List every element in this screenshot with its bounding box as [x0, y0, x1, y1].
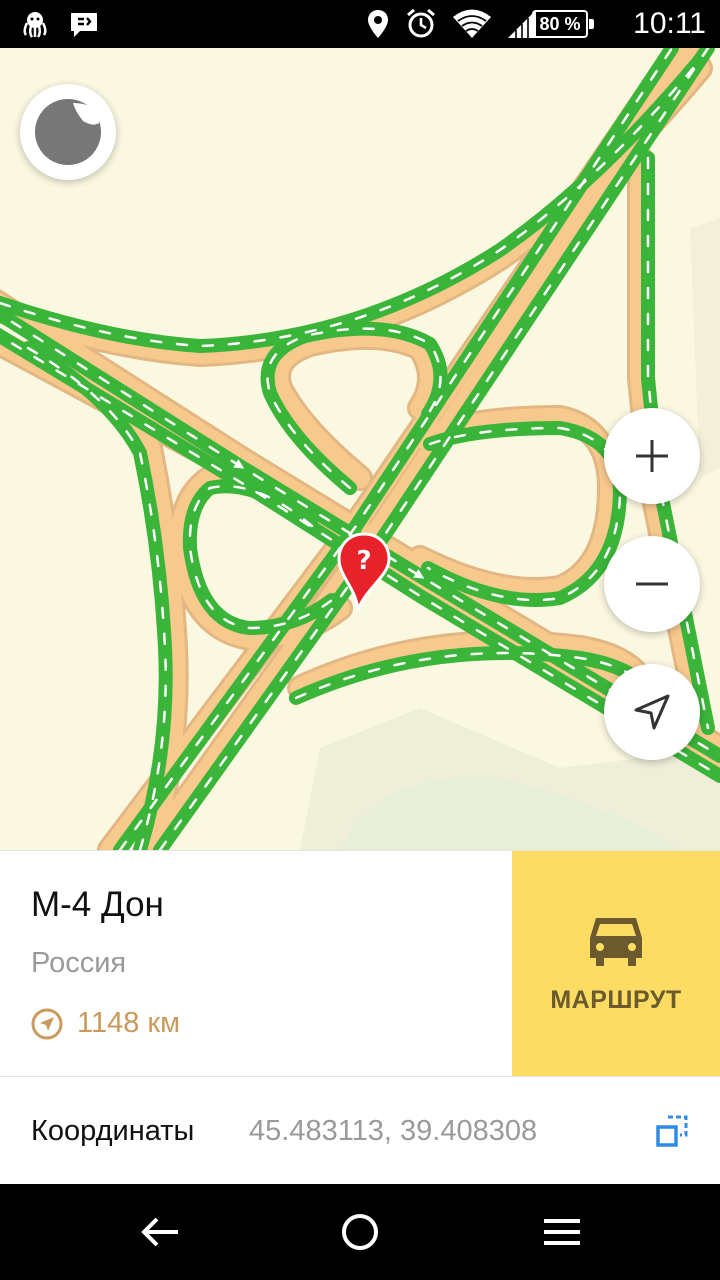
back-arrow-icon — [141, 1217, 178, 1247]
minus-icon — [636, 582, 668, 586]
coordinates-label: Координаты — [31, 1115, 195, 1147]
avatar-icon — [35, 99, 101, 165]
back-button[interactable] — [130, 1202, 190, 1262]
menu-button[interactable] — [532, 1202, 592, 1262]
status-time: 10:11 — [633, 7, 706, 40]
place-region: Россия — [31, 947, 127, 979]
plus-icon — [636, 440, 668, 472]
location-icon — [366, 0, 390, 48]
svg-text:?: ? — [356, 546, 371, 576]
car-icon — [590, 917, 642, 966]
question-pin-icon: ? — [337, 532, 391, 611]
locate-arrow-icon — [634, 694, 670, 730]
zoom-in-button[interactable] — [604, 408, 700, 504]
distance-text: 1148 км — [77, 1007, 181, 1039]
profile-button[interactable] — [20, 84, 116, 180]
zoom-out-button[interactable] — [604, 536, 700, 632]
my-location-button[interactable] — [604, 664, 700, 760]
battery-percent: 80 % — [539, 13, 581, 34]
route-button[interactable]: МАРШРУТ — [512, 851, 720, 1077]
octopus-icon — [20, 0, 50, 48]
place-name: М-4 Дон — [31, 885, 164, 924]
place-card: М-4 Дон Россия 1148 км МАРШРУТ — [0, 850, 720, 1077]
distance-arrow-icon — [31, 1008, 63, 1039]
battery-icon: 80 % — [532, 10, 588, 38]
message-icon — [68, 0, 100, 48]
map-view[interactable]: ? — [0, 48, 720, 850]
alarm-icon — [404, 0, 438, 48]
battery-nub — [589, 19, 594, 29]
menu-icon — [544, 1219, 580, 1245]
location-pin[interactable]: ? — [336, 532, 392, 612]
wifi-icon — [452, 0, 492, 48]
status-bar: 80 % 10:11 — [0, 0, 720, 48]
distance-row: 1148 км — [31, 1007, 180, 1040]
coordinates-value[interactable]: 45.483113, 39.408308 — [249, 1115, 537, 1148]
home-circle-icon — [342, 1214, 378, 1250]
copy-icon — [656, 1115, 688, 1147]
route-label: МАРШРУТ — [550, 985, 682, 1014]
home-button[interactable] — [330, 1202, 390, 1262]
coordinates-row: Координаты 45.483113, 39.408308 — [0, 1076, 720, 1184]
navigation-bar — [0, 1184, 720, 1280]
copy-coordinates-button[interactable] — [654, 1113, 690, 1149]
